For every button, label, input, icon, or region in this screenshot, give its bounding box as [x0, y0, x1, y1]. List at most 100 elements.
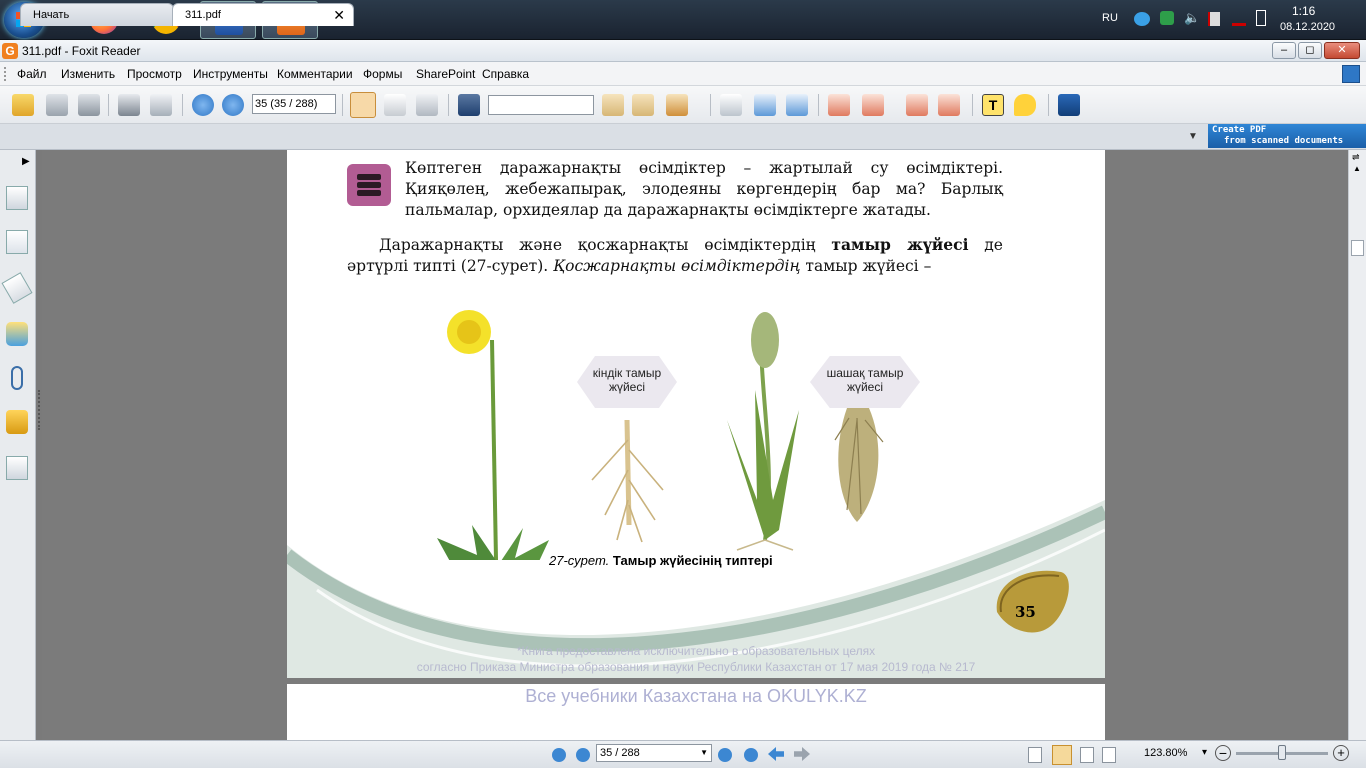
- page-select-dropdown-icon[interactable]: ▼: [700, 748, 708, 757]
- menu-bar: Файл Изменить Просмотр Инструменты Комме…: [0, 62, 1366, 86]
- sharepoint-icon[interactable]: [1058, 94, 1080, 116]
- document-view[interactable]: Көптеген даражарнақты өсімдіктер – жарты…: [42, 150, 1348, 740]
- prev-page-status-icon[interactable]: [576, 748, 590, 762]
- previous-page-icon[interactable]: [192, 94, 214, 116]
- menu-edit[interactable]: Изменить: [61, 67, 115, 81]
- fit-page-icon[interactable]: [754, 94, 776, 116]
- next-page-status-icon[interactable]: [718, 748, 732, 762]
- go-forward-icon[interactable]: [794, 747, 810, 761]
- watermark-line-1: *Книга предоставлена исключительно в обр…: [516, 644, 876, 658]
- clock-time[interactable]: 1:16: [1292, 4, 1315, 18]
- find-next-icon[interactable]: [632, 94, 654, 116]
- para2-bold-term: тамыр жүйесі: [831, 235, 969, 254]
- menu-forms[interactable]: Формы: [363, 67, 402, 81]
- zoom-slider-thumb[interactable]: [1278, 745, 1286, 760]
- vertical-scrollbar[interactable]: ⇌ ▲: [1348, 150, 1366, 740]
- menu-grip[interactable]: [4, 67, 7, 81]
- figure-27-illustration: [407, 310, 884, 560]
- watermark-okulyk: Все учебники Казахстана на OKULYK.KZ: [525, 686, 867, 706]
- network-icon[interactable]: [1134, 12, 1150, 26]
- menu-help[interactable]: Справка: [482, 67, 529, 81]
- tab-start-label: Начать: [33, 9, 70, 21]
- flag-alert-icon[interactable]: [1208, 12, 1220, 26]
- search-options-icon[interactable]: [666, 94, 688, 116]
- zoom-out-icon[interactable]: −: [1215, 745, 1231, 761]
- clock-date[interactable]: 08.12.2020: [1280, 21, 1335, 33]
- menu-tools[interactable]: Инструменты: [193, 67, 268, 81]
- watermark-line-2: согласно Приказа Министра образования и …: [416, 660, 976, 674]
- open-folder-icon[interactable]: [12, 94, 34, 116]
- battery-icon[interactable]: [1256, 10, 1266, 26]
- maximize-button[interactable]: ◻: [1298, 42, 1322, 59]
- find-previous-icon[interactable]: [602, 94, 624, 116]
- next-page-icon[interactable]: [222, 94, 244, 116]
- email-icon[interactable]: [150, 94, 172, 116]
- split-view-icon[interactable]: ⇌: [1352, 152, 1360, 163]
- foxit-app-icon[interactable]: G: [2, 43, 18, 59]
- actual-size-icon[interactable]: [720, 94, 742, 116]
- fit-width-icon[interactable]: [786, 94, 808, 116]
- close-tab-icon[interactable]: ✕: [333, 7, 345, 24]
- find-binoculars-icon[interactable]: [458, 94, 480, 116]
- select-text-icon[interactable]: [384, 94, 406, 116]
- create-pdf-banner[interactable]: Create PDF from scanned documents: [1208, 124, 1366, 148]
- zoom-level[interactable]: 123.80%: [1144, 747, 1187, 759]
- save-icon[interactable]: [46, 94, 68, 116]
- banner-line-2: from scanned documents: [1224, 136, 1344, 146]
- intro-paragraph: Көптеген даражарнақты өсімдіктер – жарты…: [405, 159, 1003, 219]
- typewriter-icon[interactable]: T: [982, 94, 1004, 116]
- find-input[interactable]: [488, 95, 594, 115]
- pdf-convert-icon[interactable]: [862, 94, 884, 116]
- pages-icon[interactable]: [6, 186, 28, 210]
- hand-tool-icon[interactable]: [350, 92, 376, 118]
- menu-comments[interactable]: Комментарии: [277, 67, 353, 81]
- first-page-icon[interactable]: [552, 748, 566, 762]
- page-number-text: 35: [1015, 603, 1036, 621]
- go-back-icon[interactable]: [768, 747, 784, 761]
- page-number-input[interactable]: 35 (35 / 288): [252, 94, 336, 114]
- comments-icon[interactable]: [6, 322, 28, 346]
- scroll-up-icon[interactable]: ▲: [1353, 164, 1361, 173]
- menu-sharepoint[interactable]: SharePoint: [416, 67, 475, 81]
- pdf-export-icon[interactable]: [906, 94, 928, 116]
- language-indicator[interactable]: RU: [1102, 12, 1118, 24]
- toolbar-separator: [1048, 94, 1049, 116]
- tab-list-dropdown-icon[interactable]: ▼: [1188, 131, 1198, 142]
- create-pdf-icon[interactable]: [828, 94, 850, 116]
- continuous-facing-icon[interactable]: [1102, 747, 1116, 763]
- tab-bar: [0, 124, 1366, 150]
- facing-page-icon[interactable]: [1080, 747, 1094, 763]
- tab-311pdf[interactable]: 311.pdf ✕: [172, 3, 354, 26]
- status-page-value: 35 / 288: [600, 747, 640, 759]
- status-page-input[interactable]: 35 / 288 ▼: [596, 744, 712, 762]
- pdf-combine-icon[interactable]: [938, 94, 960, 116]
- zoom-in-icon[interactable]: +: [1333, 745, 1349, 761]
- security-icon[interactable]: [1160, 11, 1174, 25]
- save-as-icon[interactable]: [78, 94, 100, 116]
- tab-start[interactable]: Начать: [20, 3, 174, 26]
- select-arrow-icon[interactable]: [416, 94, 438, 116]
- signatures-icon[interactable]: [6, 456, 28, 480]
- attachments-icon[interactable]: [11, 366, 23, 390]
- last-page-icon[interactable]: [744, 748, 758, 762]
- zoom-dropdown-icon[interactable]: ▾: [1202, 747, 1207, 758]
- security-lock-icon[interactable]: [6, 410, 28, 434]
- restore-layout-icon[interactable]: [1342, 65, 1360, 83]
- close-window-button[interactable]: ✕: [1324, 42, 1360, 59]
- menu-file[interactable]: Файл: [17, 67, 47, 81]
- bookmarks-icon[interactable]: [6, 230, 28, 254]
- print-icon[interactable]: [118, 94, 140, 116]
- expand-panel-icon[interactable]: ▶: [22, 156, 30, 167]
- single-page-icon[interactable]: [1028, 747, 1042, 763]
- volume-icon[interactable]: 🔈: [1184, 10, 1200, 26]
- continuous-page-icon[interactable]: [1052, 745, 1072, 765]
- minimize-button[interactable]: ‒: [1272, 42, 1296, 59]
- taproot-image: [591, 419, 664, 543]
- panel-resize-grip[interactable]: [38, 390, 41, 430]
- note-comment-icon[interactable]: [1014, 94, 1036, 116]
- scroll-thumb[interactable]: [1351, 240, 1364, 256]
- pdf-page-36: Все учебники Казахстана на OKULYK.KZ: [287, 684, 1105, 740]
- layers-icon[interactable]: [1, 272, 33, 304]
- menu-view[interactable]: Просмотр: [127, 67, 182, 81]
- signal-icon[interactable]: [1232, 14, 1246, 26]
